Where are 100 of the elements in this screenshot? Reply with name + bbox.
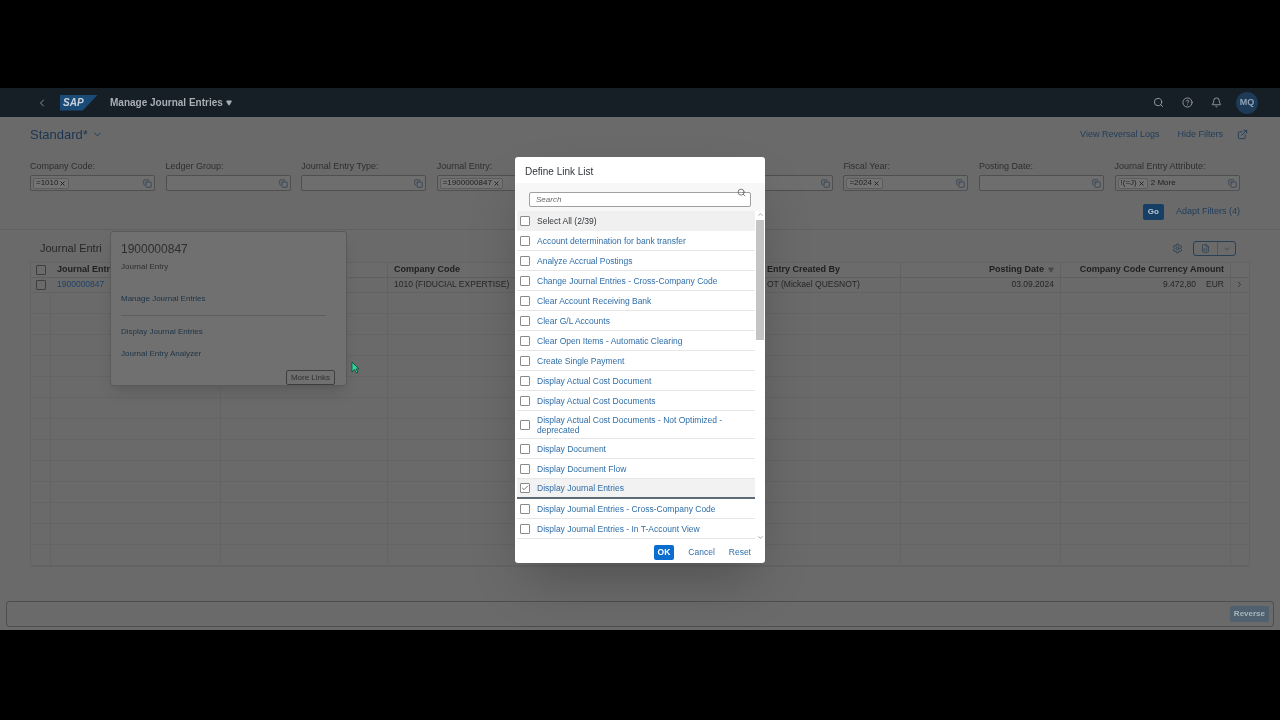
checkbox[interactable]	[520, 395, 530, 406]
checkbox[interactable]	[520, 375, 530, 386]
column-header[interactable]: Entry Created By	[767, 263, 841, 277]
link-label: Display Journal Entries	[537, 483, 624, 493]
table-title: Journal Entri	[40, 241, 102, 257]
link-list-item[interactable]: Account determination for bank transfer	[517, 231, 755, 251]
filter-token[interactable]: !(=J)	[1117, 177, 1148, 189]
link-label: Display Journal Entries - Cross-Company Code	[537, 503, 716, 514]
table-cell: 9.472,80	[1162, 278, 1197, 292]
filter-field[interactable]	[165, 175, 291, 191]
filter-token[interactable]: =1900000847	[439, 177, 503, 189]
navigation-icon[interactable]	[1235, 280, 1244, 290]
caret-icon	[225, 99, 232, 106]
link-label: Display Actual Cost Documents	[537, 395, 656, 406]
link-label: Display Document	[537, 443, 606, 454]
go-button[interactable]: Go	[1142, 204, 1164, 220]
cancel-button[interactable]: Cancel	[688, 545, 715, 559]
table-cell: 1010 (FIDUCIAL EXPERTISE)	[394, 278, 510, 292]
checkbox[interactable]	[520, 443, 530, 454]
link-list-item[interactable]: Display Actual Cost Documents - Not Optimized - deprecated	[517, 411, 755, 439]
remove-icon[interactable]	[872, 179, 880, 187]
checkbox[interactable]	[520, 295, 530, 306]
link-list-item[interactable]: Display Journal Entries - Cross-Company Code	[517, 499, 755, 519]
filter-field[interactable]: =2024	[843, 175, 969, 191]
link-list-item[interactable]: Analyze Accrual Postings	[517, 251, 755, 271]
app-title-menu[interactable]: Manage Journal Entries	[110, 95, 232, 110]
checkbox[interactable]	[520, 523, 530, 534]
link-list-item[interactable]: Display Journal Entries - In T-Account View	[517, 519, 755, 539]
checkbox[interactable]	[520, 255, 530, 266]
link-label: Clear Account Receiving Bank	[537, 295, 652, 306]
filter-field[interactable]: !(=J) 2 More	[1114, 175, 1240, 191]
checkbox[interactable]	[520, 275, 530, 286]
mouse-cursor-icon	[351, 361, 360, 374]
filter-field[interactable]	[301, 175, 427, 191]
reverse-button: Reverse	[1229, 606, 1269, 622]
link-label: Account determination for bank transfer	[537, 235, 686, 246]
remove-icon[interactable]	[1137, 179, 1145, 187]
checkbox[interactable]	[520, 503, 530, 514]
column-header[interactable]: Journal Entr	[57, 263, 110, 277]
link-list-item[interactable]: Clear Open Items - Automatic Clearing	[517, 331, 755, 351]
popover-title: 1900000847	[121, 241, 189, 258]
help-icon[interactable]	[1182, 97, 1193, 108]
popover-link[interactable]: Display Journal Entries	[121, 326, 203, 338]
row-checkbox[interactable]	[36, 279, 46, 290]
link-list-item[interactable]: Change Journal Entries - Cross-Company Code	[517, 271, 755, 291]
link-list-item[interactable]: Clear Account Receiving Bank	[517, 291, 755, 311]
variant-selector[interactable]: Standard*	[30, 124, 103, 145]
link-label: Display Actual Cost Documents - Not Optimized - deprecated	[537, 414, 724, 435]
link-list-item[interactable]: Display Actual Cost Documents	[517, 391, 755, 411]
link-list-item[interactable]: Display Document	[517, 439, 755, 459]
link-label: Create Single Payment	[537, 355, 625, 366]
link-list-item[interactable]: Display Journal Entries	[517, 479, 755, 499]
settings-icon[interactable]	[1172, 243, 1183, 254]
search-icon[interactable]	[1153, 97, 1164, 108]
link-label: Clear G/L Accounts	[537, 315, 610, 326]
select-all-checkbox[interactable]	[36, 264, 46, 275]
reset-button[interactable]: Reset	[728, 545, 751, 559]
search-field[interactable]: Search	[529, 192, 751, 207]
search-icon[interactable]	[737, 188, 746, 197]
checkbox[interactable]	[520, 355, 530, 366]
link-list-item[interactable]: Create Single Payment	[517, 351, 755, 371]
export-button[interactable]	[1193, 241, 1236, 256]
checkbox[interactable]	[520, 419, 530, 430]
link-list-item[interactable]: Display Actual Cost Document	[517, 371, 755, 391]
scroll-up-icon[interactable]	[756, 211, 764, 218]
link-list-item[interactable]: Select All (2/39)	[517, 211, 755, 231]
link-list-item[interactable]: Clear G/L Accounts	[517, 311, 755, 331]
link-label: Display Actual Cost Document	[537, 375, 652, 386]
scroll-down-icon[interactable]	[756, 534, 764, 541]
currency-cell: EUR	[1206, 278, 1224, 292]
bell-icon[interactable]	[1211, 97, 1222, 108]
checkbox[interactable]	[520, 315, 530, 326]
checkbox[interactable]	[520, 216, 530, 226]
column-header[interactable]: Posting Date	[989, 263, 1044, 277]
logo[interactable]: SAP	[60, 94, 98, 111]
checkbox[interactable]	[520, 483, 530, 493]
filter-token[interactable]: =2024	[846, 177, 883, 189]
link-label: Display Journal Entries - In T-Account View	[537, 523, 700, 534]
filter-field[interactable]: =1010	[30, 175, 155, 191]
checkbox[interactable]	[520, 235, 530, 246]
filter-token[interactable]: =1010	[33, 177, 70, 189]
popover-link[interactable]: Journal Entry Analyzer	[121, 348, 202, 360]
checkbox[interactable]	[520, 335, 530, 346]
table-cell: OT (Mickael QUESNOT)	[767, 278, 860, 292]
link-label: Clear Open Items - Automatic Clearing	[537, 335, 683, 346]
more-tokens-text[interactable]: 2 More	[1150, 177, 1176, 189]
column-header[interactable]: Company Code	[394, 263, 460, 277]
remove-icon[interactable]	[492, 179, 500, 187]
user-avatar[interactable]: MQ	[1236, 91, 1258, 114]
filter-label: Journal Entry Type:	[301, 160, 379, 172]
link-label: Display Document Flow	[537, 463, 627, 474]
filter-field[interactable]	[978, 175, 1104, 191]
ok-button[interactable]: OK	[653, 544, 675, 560]
share-icon[interactable]	[1237, 129, 1248, 140]
table-cell: 03.09.2024	[1011, 278, 1054, 292]
column-header[interactable]: Company Code Currency Amount	[1079, 263, 1224, 277]
scrollbar[interactable]	[755, 211, 765, 541]
popover-link[interactable]: Manage Journal Entries	[121, 293, 206, 305]
checkbox[interactable]	[520, 463, 530, 474]
remove-icon[interactable]	[59, 179, 67, 187]
